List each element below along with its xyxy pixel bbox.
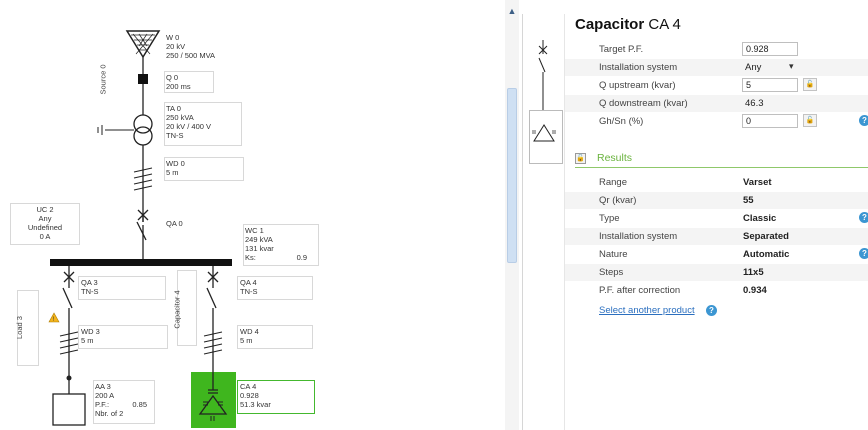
lock-icon[interactable]: 🔓 bbox=[803, 114, 817, 127]
load-icon bbox=[52, 393, 86, 426]
gh-sn-input[interactable]: 0 bbox=[742, 114, 798, 128]
q0-info: Q 0 200 ms bbox=[166, 73, 191, 91]
scroll-up-icon[interactable]: ▲ bbox=[507, 6, 517, 16]
gh-sn-row: Gh/Sn (%) 0 🔓 ? bbox=[565, 113, 868, 130]
ca4-info: CA 4 0.928 51.3 kvar bbox=[240, 382, 271, 409]
result-row: Nature Automatic ? bbox=[565, 246, 868, 263]
lock-icon[interactable]: 🔓 bbox=[803, 78, 817, 91]
ta0-info: TA 0 250 kVA 20 kV / 400 V TN-S bbox=[166, 104, 212, 140]
installation-system-row: Installation system Any ▾ bbox=[565, 59, 868, 76]
result-row: Steps 11x5 bbox=[565, 264, 868, 281]
select-another-product-link[interactable]: Select another product bbox=[599, 305, 695, 316]
results-lock-icon[interactable]: 🔓 bbox=[575, 153, 586, 164]
q0-breaker-icon bbox=[138, 74, 148, 84]
uc2-info: UC 2 Any Undefined 0 A bbox=[27, 205, 63, 241]
results-header: 🔓 Results bbox=[575, 152, 868, 168]
result-row: Installation system Separated bbox=[565, 228, 868, 245]
wd0-info: WD 05 m bbox=[166, 159, 185, 177]
source-info[interactable]: W 0 20 kV 250 / 500 MVA bbox=[166, 33, 215, 60]
q-downstream-value: 46.3 bbox=[745, 98, 764, 109]
q-upstream-row: Q upstream (kvar) 5 🔓 bbox=[565, 77, 868, 94]
capacitor4-label: Capacitor 4 bbox=[172, 290, 182, 329]
result-row: Type Classic ? bbox=[565, 210, 868, 227]
wd4-info: WD 45 m bbox=[240, 327, 259, 345]
qa0-label[interactable]: QA 0 bbox=[166, 219, 183, 228]
help-icon[interactable]: ? bbox=[859, 248, 868, 259]
source-vertical-label: Source 0 bbox=[98, 64, 108, 95]
target-pf-input[interactable]: 0.928 bbox=[742, 42, 798, 56]
capacitor-thumb-icon bbox=[532, 124, 556, 142]
panel-title: Capacitor CA 4 bbox=[575, 16, 681, 33]
help-icon[interactable]: ? bbox=[706, 305, 717, 316]
chevron-down-icon[interactable]: ▾ bbox=[789, 61, 794, 72]
qa4-info: QA 4 TN-S bbox=[240, 278, 258, 296]
wc1-info: WC 1 249 kVA 131 kvar Ks: 0.9 bbox=[245, 226, 307, 262]
qa3-info: QA 3 TN-S bbox=[81, 278, 99, 296]
help-icon[interactable]: ? bbox=[859, 115, 868, 126]
component-preview-strip bbox=[523, 14, 565, 430]
installation-system-select[interactable]: Any bbox=[745, 62, 761, 73]
scrollbar-thumb[interactable] bbox=[507, 88, 517, 263]
selected-component-thumb[interactable] bbox=[529, 110, 563, 164]
target-pf-row: Target P.F. 0.928 bbox=[565, 41, 868, 58]
result-row: Range Varset bbox=[599, 177, 772, 188]
busbar bbox=[50, 259, 232, 266]
q-downstream-row: Q downstream (kvar) 46.3 bbox=[565, 95, 868, 112]
load3-label: Load 3 bbox=[14, 316, 24, 339]
wd3-info: WD 35 m bbox=[81, 327, 100, 345]
result-row: Qr (kvar) 55 bbox=[565, 192, 868, 209]
properties-panel: Capacitor CA 4 Target P.F. 0.928 Install… bbox=[522, 14, 868, 430]
aa3-info: AA 3 200 A P.F.: 0.85 Nbr. of 2 bbox=[95, 382, 147, 418]
help-icon[interactable]: ? bbox=[859, 212, 868, 223]
single-line-diagram: ! Source 0 W 0 20 kV 250 / 500 MVA Q 0 200 … bbox=[0, 0, 505, 430]
diagram-scrollbar[interactable]: ▲ bbox=[505, 0, 519, 430]
result-row: P.F. after correction 0.934 bbox=[599, 285, 767, 296]
q-upstream-input[interactable]: 5 bbox=[742, 78, 798, 92]
